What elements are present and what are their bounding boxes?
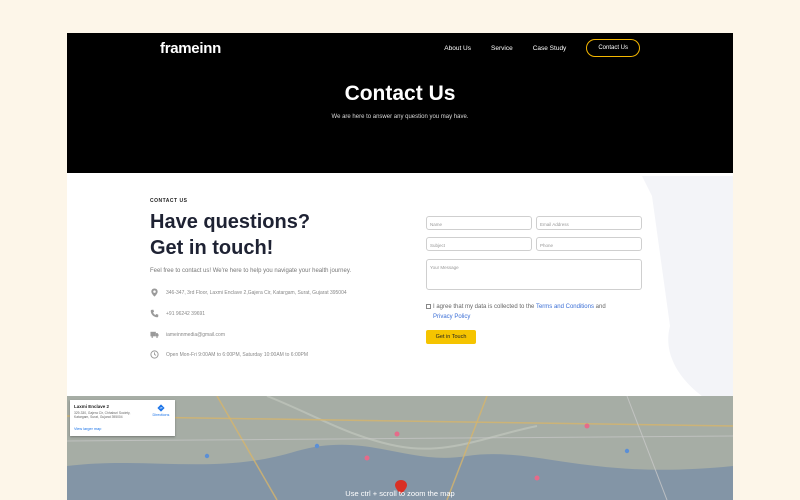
name-field[interactable]: Name <box>426 216 532 230</box>
place-title: Laxmi Enclave 2 <box>74 404 110 409</box>
consent-text: I agree that my data is collected to the <box>433 304 536 310</box>
directions-button[interactable]: Directions <box>150 404 172 417</box>
email-field[interactable]: Email Address <box>536 216 642 230</box>
section-lead: Feel free to contact us! We're here to h… <box>150 268 352 274</box>
location-pin-icon <box>151 288 158 297</box>
map-zoom-hint: Use ctrl + scroll to zoom the map <box>345 489 455 498</box>
section-heading: Have questions? Get in touch! <box>150 209 310 261</box>
heading-line-1: Have questions? <box>150 211 311 233</box>
nav-case-study[interactable]: Case Study <box>533 45 567 52</box>
background-watermark-icon <box>642 176 733 406</box>
address-row: 346-347, 3rd Floor, Laxmi Enclave 2,Gaje… <box>150 288 347 297</box>
directions-icon <box>157 404 165 412</box>
phone-icon <box>150 309 159 318</box>
heading-line-2: Get in touch! <box>150 237 274 259</box>
consent-and-text: and <box>593 304 606 310</box>
email-text[interactable]: iameinnmedia@gmail.com <box>166 332 225 338</box>
section-eyebrow: CONTACT US <box>150 198 188 204</box>
nav-about-us[interactable]: About Us <box>444 45 471 52</box>
phone-field[interactable]: Phone <box>536 237 642 251</box>
page-subtitle: We are here to answer any question you m… <box>331 114 469 120</box>
view-larger-map-link[interactable]: View larger map <box>74 427 101 431</box>
hours-text: Open Mon-Fri 9:00AM to 6:00PM, Saturday … <box>166 351 309 358</box>
embedded-map[interactable]: Laxmi Enclave 2 329-330, Gajera Cir, Chh… <box>67 396 733 500</box>
subject-field[interactable]: Subject <box>426 237 532 251</box>
nav-contact-us-button[interactable]: Contact Us <box>586 39 640 57</box>
phone-text[interactable]: +91 96242 39691 <box>166 311 205 317</box>
brand-logo[interactable]: frameinn <box>160 40 221 57</box>
terms-link[interactable]: Terms and Conditions <box>536 304 594 310</box>
page-title: Contact Us <box>344 82 456 105</box>
nav-service[interactable]: Service <box>491 45 513 52</box>
consent-row: I agree that my data is collected to the… <box>426 302 686 322</box>
hours-row: Open Mon-Fri 9:00AM to 6:00PM, Saturday … <box>150 350 308 359</box>
main-nav: About Us Service Case Study Contact Us <box>444 39 640 57</box>
truck-mail-icon <box>150 331 159 338</box>
directions-label: Directions <box>152 413 170 417</box>
clock-icon <box>150 350 159 359</box>
page: frameinn About Us Service Case Study Con… <box>67 33 733 500</box>
message-field[interactable]: Your Message <box>426 259 642 290</box>
place-address: 329-330, Gajera Cir, Chhaburi Society, K… <box>74 411 131 419</box>
consent-checkbox[interactable] <box>426 303 431 309</box>
email-row: iameinnmedia@gmail.com <box>150 330 225 339</box>
get-in-touch-button[interactable]: Get in Touch <box>426 330 476 344</box>
privacy-policy-link[interactable]: Privacy Policy <box>426 314 470 320</box>
map-place-card: Laxmi Enclave 2 329-330, Gajera Cir, Chh… <box>70 400 175 436</box>
phone-row: +91 96242 39691 <box>150 309 205 318</box>
address-text: 346-347, 3rd Floor, Laxmi Enclave 2,Gaje… <box>166 289 347 296</box>
